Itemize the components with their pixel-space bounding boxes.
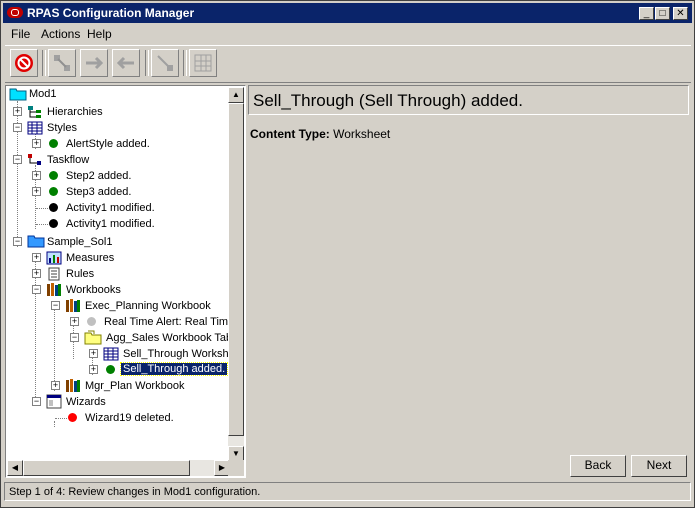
expand-icon[interactable]: + bbox=[32, 187, 41, 196]
window-title: RPAS Configuration Manager bbox=[27, 6, 195, 20]
expand-icon[interactable]: + bbox=[70, 317, 79, 326]
collapse-icon[interactable]: − bbox=[32, 285, 41, 294]
measures-chart-icon bbox=[46, 251, 62, 265]
vertical-scroll-thumb[interactable] bbox=[228, 103, 244, 436]
tree-vertical-scrollbar[interactable]: ▲ ▼ bbox=[228, 87, 244, 462]
expand-icon[interactable]: + bbox=[32, 139, 41, 148]
added-status-icon bbox=[49, 187, 58, 196]
expand-icon[interactable]: + bbox=[32, 269, 41, 278]
oracle-logo-icon bbox=[7, 7, 23, 18]
expand-icon[interactable]: + bbox=[32, 171, 41, 180]
worksheet-grid-icon bbox=[103, 347, 119, 361]
collapse-icon[interactable]: − bbox=[13, 237, 22, 246]
tree-horizontal-scrollbar[interactable]: ◀ ▶ bbox=[7, 460, 230, 476]
next-button[interactable]: Next bbox=[631, 455, 687, 477]
status-bar: Step 1 of 4: Review changes in Mod1 conf… bbox=[4, 482, 691, 501]
move-right-icon bbox=[86, 56, 104, 70]
connect-icon bbox=[54, 55, 70, 71]
content-type-value: Worksheet bbox=[333, 127, 391, 141]
expand-icon[interactable]: + bbox=[13, 107, 22, 116]
menu-file[interactable]: File bbox=[11, 27, 30, 41]
collapse-icon[interactable]: − bbox=[32, 397, 41, 406]
link-icon bbox=[157, 55, 173, 71]
content-type-row: Content Type: Worksheet bbox=[250, 127, 390, 141]
workbook-books-icon bbox=[66, 299, 80, 312]
workbook-tab-folder-icon bbox=[84, 330, 102, 345]
workbook-books-icon bbox=[66, 379, 80, 392]
styles-grid-icon bbox=[27, 121, 43, 135]
title-bar[interactable]: RPAS Configuration Manager _ □ ✕ bbox=[3, 3, 692, 23]
stop-button[interactable] bbox=[10, 49, 38, 77]
collapse-icon[interactable]: − bbox=[51, 301, 60, 310]
wizard-window-icon bbox=[46, 394, 62, 409]
move-left-button[interactable] bbox=[112, 49, 140, 77]
folder-icon bbox=[9, 88, 27, 101]
detail-header: Sell_Through (Sell Through) added. bbox=[248, 85, 689, 115]
expand-icon[interactable]: + bbox=[51, 381, 60, 390]
added-status-icon bbox=[106, 365, 115, 374]
changes-tree[interactable]: Mod1 + Hierarchies − Styles + AlertStyle… bbox=[5, 85, 246, 478]
grid-button[interactable] bbox=[189, 49, 217, 77]
maximize-button[interactable]: □ bbox=[655, 7, 670, 20]
modified-status-icon bbox=[49, 219, 58, 228]
main-window: RPAS Configuration Manager _ □ ✕ File Ac… bbox=[0, 0, 695, 508]
link-button[interactable] bbox=[151, 49, 179, 77]
expand-icon[interactable]: + bbox=[89, 365, 98, 374]
taskflow-icon bbox=[28, 154, 41, 165]
connect-button[interactable] bbox=[48, 49, 76, 77]
move-right-button[interactable] bbox=[80, 49, 108, 77]
menu-bar: File Actions Help bbox=[3, 24, 692, 43]
content-type-label: Content Type: bbox=[250, 127, 330, 141]
expand-icon[interactable]: + bbox=[89, 349, 98, 358]
rules-document-icon bbox=[48, 267, 60, 281]
workbooks-books-icon bbox=[47, 283, 61, 296]
scroll-left-icon[interactable]: ◀ bbox=[7, 460, 23, 476]
deleted-status-icon bbox=[68, 413, 77, 422]
collapse-icon[interactable]: − bbox=[13, 123, 22, 132]
close-button[interactable]: ✕ bbox=[673, 7, 688, 20]
modified-status-icon bbox=[49, 203, 58, 212]
info-status-icon bbox=[87, 317, 96, 326]
expand-icon[interactable]: + bbox=[32, 253, 41, 262]
toolbar bbox=[5, 45, 691, 83]
hierarchy-icon bbox=[28, 106, 41, 118]
folder-icon bbox=[27, 235, 45, 248]
menu-help[interactable]: Help bbox=[87, 27, 112, 41]
collapse-icon[interactable]: − bbox=[70, 333, 79, 342]
move-left-icon bbox=[116, 56, 134, 70]
grid-icon bbox=[194, 54, 212, 72]
horizontal-scroll-thumb[interactable] bbox=[23, 460, 190, 476]
menu-actions[interactable]: Actions bbox=[41, 27, 80, 41]
added-status-icon bbox=[49, 139, 58, 148]
detail-header-text: Sell_Through (Sell Through) added. bbox=[253, 91, 523, 110]
back-button[interactable]: Back bbox=[570, 455, 626, 477]
stop-icon bbox=[15, 54, 33, 72]
scroll-up-icon[interactable]: ▲ bbox=[228, 87, 244, 103]
minimize-button[interactable]: _ bbox=[639, 7, 654, 20]
collapse-icon[interactable]: − bbox=[13, 155, 22, 164]
added-status-icon bbox=[49, 171, 58, 180]
status-text: Step 1 of 4: Review changes in Mod1 conf… bbox=[9, 486, 261, 498]
detail-pane: Sell_Through (Sell Through) added. Conte… bbox=[248, 85, 691, 478]
